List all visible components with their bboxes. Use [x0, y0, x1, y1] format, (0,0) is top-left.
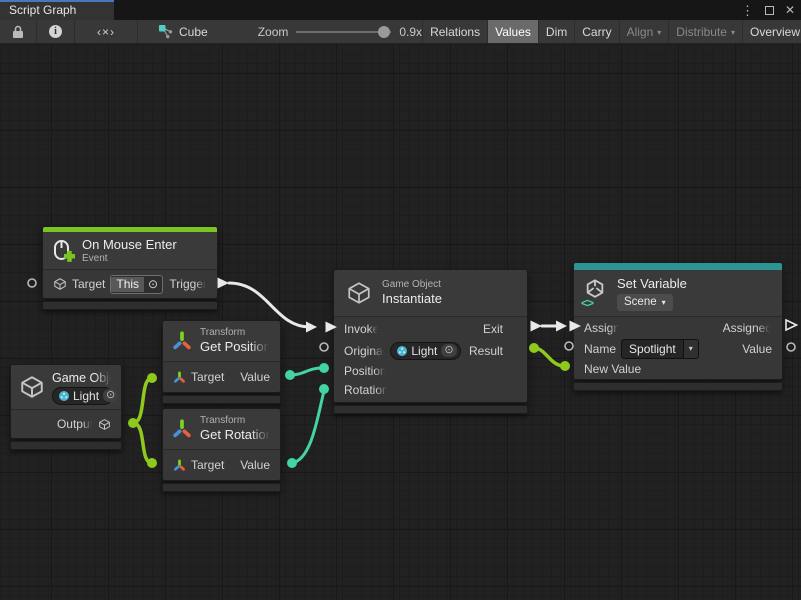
align-dropdown[interactable]: Align ▾: [619, 20, 669, 43]
light-icon: [59, 391, 69, 401]
result-port-label: Result: [469, 344, 503, 358]
node-on-mouse-enter[interactable]: On Mouse Enter Event Target This ⊙: [42, 226, 218, 310]
unity-script-graph-window: Script Graph ⋮ ✕ i ‹×›: [0, 0, 801, 600]
overview-button[interactable]: Overview: [742, 20, 801, 43]
node-footer: [333, 405, 528, 414]
distribute-dropdown[interactable]: Distribute ▾: [668, 20, 742, 43]
node-game-object-light[interactable]: Game Object Light ⊙: [10, 364, 122, 450]
variable-accent-bar: [574, 263, 782, 270]
chevron-down-icon: ▾: [731, 28, 735, 37]
invoke-port-label: Invoke: [344, 322, 379, 336]
unity-variable-icon: <>: [582, 278, 608, 308]
graph-name: Cube: [179, 25, 208, 39]
chevron-down-icon: ▾: [683, 340, 698, 358]
inspect-button[interactable]: i: [37, 20, 75, 43]
node-instantiate[interactable]: Game Object Instantiate Invoke Exit Orig…: [333, 269, 528, 414]
node-title: Instantiate: [382, 291, 442, 307]
code-icon: ‹×›: [97, 25, 115, 39]
target-port-label: Target: [191, 370, 224, 384]
tab-script-graph[interactable]: Script Graph: [0, 0, 114, 20]
game-object-icon: [53, 277, 67, 291]
node-category: Transform: [200, 327, 271, 339]
node-footer: [162, 483, 281, 492]
node-footer: [10, 441, 122, 450]
variable-scope-dropdown[interactable]: Scene ▾: [617, 294, 673, 311]
light-icon: [397, 346, 407, 356]
transform-icon: [171, 330, 193, 352]
tab-title: Script Graph: [9, 3, 76, 17]
info-icon: i: [49, 25, 62, 38]
name-port-label: Name: [584, 342, 616, 356]
graph-breadcrumb[interactable]: Cube: [144, 24, 222, 39]
trigger-port-label: Trigger: [169, 277, 207, 291]
node-category: Transform: [200, 415, 272, 427]
original-object-field[interactable]: Light ⊙: [390, 342, 460, 360]
window-menu-icon[interactable]: ⋮: [741, 4, 754, 17]
zoom-control: Zoom 0.9x: [258, 25, 422, 39]
game-object-icon: [19, 374, 45, 400]
rotation-port-label: Rotation: [344, 383, 389, 397]
node-category: Game Object: [382, 279, 442, 291]
values-button[interactable]: Values: [487, 20, 538, 43]
zoom-slider[interactable]: [296, 25, 391, 39]
transform-icon: [171, 418, 193, 440]
node-footer: [162, 395, 281, 404]
target-object-field[interactable]: This ⊙: [110, 275, 163, 294]
transform-icon: [173, 459, 186, 472]
object-picker-icon[interactable]: ⊙: [103, 389, 118, 402]
light-object-field[interactable]: Light ⊙: [52, 387, 113, 405]
lock-button[interactable]: [0, 20, 37, 43]
zoom-label: Zoom: [258, 25, 289, 39]
node-title: Get Position: [200, 339, 271, 355]
code-view-button[interactable]: ‹×›: [75, 20, 138, 43]
chevron-down-icon: ▾: [657, 28, 661, 37]
node-footer: [42, 301, 218, 310]
toolbar-menu: Relations Values Dim Carry Align ▾ Distr…: [422, 20, 801, 43]
object-picker-icon[interactable]: ⊙: [148, 277, 158, 291]
maximize-icon[interactable]: [765, 6, 774, 15]
carry-button[interactable]: Carry: [574, 20, 618, 43]
object-picker-icon[interactable]: ⊙: [441, 344, 456, 357]
assigned-port-label: Assigned: [723, 321, 772, 335]
target-port-label: Target: [72, 277, 105, 291]
output-port-label: Output: [57, 417, 93, 431]
zoom-value: 0.9x: [399, 25, 422, 39]
node-title: Get Rotation: [200, 427, 272, 443]
node-set-variable[interactable]: <> Set Variable Scene ▾ Assign Assigned: [573, 262, 783, 391]
zoom-slider-handle[interactable]: [378, 26, 390, 38]
node-footer: [573, 382, 783, 391]
lock-icon: [12, 25, 24, 39]
graph-icon: [158, 24, 173, 39]
dim-button[interactable]: Dim: [538, 20, 574, 43]
node-title: Set Variable: [617, 276, 687, 292]
titlebar-icons: ⋮ ✕: [741, 0, 795, 20]
graph-canvas[interactable]: On Mouse Enter Event Target This ⊙: [0, 44, 801, 600]
relations-button[interactable]: Relations: [422, 20, 487, 43]
original-port-label: Original: [344, 344, 385, 358]
graph-toolbar: i ‹×› Cube Zoom 0.9x Relations Values: [0, 20, 801, 44]
value-port-label: Value: [240, 370, 270, 384]
new-value-port-label: New Value: [584, 362, 641, 376]
value-port-label: Value: [742, 342, 772, 356]
game-object-icon: [346, 280, 372, 306]
node-subtitle: Event: [82, 253, 177, 265]
code-brackets-icon: <>: [581, 296, 593, 310]
mouse-event-icon: [51, 239, 75, 263]
game-object-icon: [98, 418, 111, 431]
position-port-label: Position: [344, 364, 387, 378]
variable-name-dropdown[interactable]: Spotlight ▾: [621, 339, 699, 359]
chevron-down-icon: ▾: [662, 295, 666, 310]
exit-port-label: Exit: [483, 322, 503, 336]
transform-icon: [173, 371, 186, 384]
node-title: On Mouse Enter: [82, 237, 177, 253]
window-titlebar: Script Graph ⋮ ✕: [0, 0, 801, 20]
assign-port-label: Assign: [584, 321, 620, 335]
close-icon[interactable]: ✕: [785, 4, 795, 16]
node-get-position[interactable]: Transform Get Position Target Value: [162, 320, 281, 404]
node-title: Game Object: [52, 370, 113, 386]
value-port-label: Value: [240, 458, 270, 472]
target-port-label: Target: [191, 458, 224, 472]
node-get-rotation[interactable]: Transform Get Rotation Target Value: [162, 408, 281, 492]
